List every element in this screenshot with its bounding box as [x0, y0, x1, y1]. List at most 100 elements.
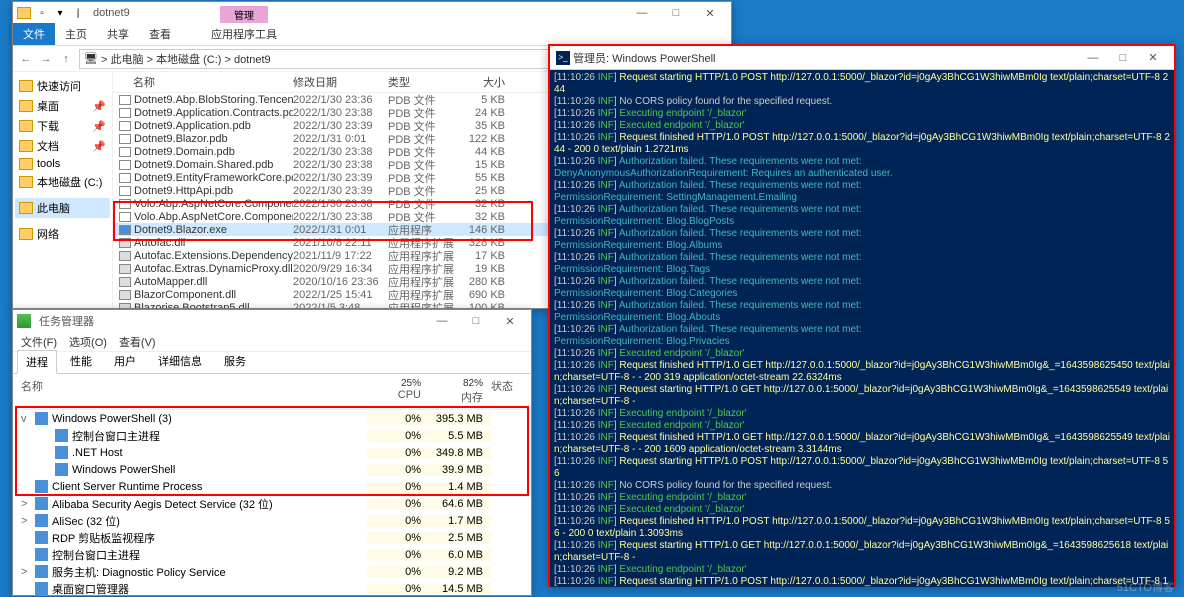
process-row[interactable]: 桌面窗口管理器0%14.5 MB	[13, 580, 531, 597]
ribbon-context-tab[interactable]: 应用程序工具	[201, 23, 287, 45]
expand-icon[interactable]: v	[21, 413, 31, 425]
process-icon	[55, 446, 68, 459]
ribbon-tab[interactable]: 主页	[55, 23, 97, 45]
process-row[interactable]: 控制台窗口主进程0%5.5 MB	[13, 427, 531, 444]
window-title: 任务管理器	[39, 313, 94, 329]
process-row[interactable]: >AliSec (32 位)0%1.7 MB	[13, 512, 531, 529]
process-row[interactable]: Windows PowerShell0%39.9 MB	[13, 461, 531, 478]
ribbon-context-header: 管理	[220, 6, 268, 23]
col-size[interactable]: 大小	[458, 74, 513, 90]
sidebar-item[interactable]: 本地磁盘 (C:)	[15, 172, 110, 192]
tab-services[interactable]: 服务	[215, 349, 255, 373]
folder-icon	[19, 202, 33, 214]
process-icon	[35, 582, 48, 595]
ribbon-file[interactable]: 文件	[13, 23, 55, 45]
file-icon	[119, 186, 131, 196]
file-icon	[119, 121, 131, 131]
expand-icon[interactable]: >	[21, 566, 31, 578]
pin-icon: 📌	[92, 100, 106, 113]
file-icon	[119, 303, 131, 309]
taskmgr-icon	[17, 314, 31, 328]
tab-processes[interactable]: 进程	[17, 350, 57, 374]
taskmgr-titlebar[interactable]: 任务管理器 — □ ✕	[13, 310, 531, 332]
close-button[interactable]: ✕	[1138, 48, 1168, 68]
process-header[interactable]: 名称 25%CPU 82%内存 状态	[13, 374, 531, 410]
folder-icon	[19, 158, 33, 170]
ribbon: 文件 主页 共享 查看 管理 应用程序工具	[13, 24, 731, 46]
sidebar-item[interactable]: tools	[15, 156, 110, 172]
process-row[interactable]: vWindows PowerShell (3)0%395.3 MB	[13, 410, 531, 427]
file-icon	[119, 212, 131, 222]
maximize-button[interactable]: □	[659, 3, 693, 23]
file-icon	[119, 264, 131, 274]
powershell-window: >_ 管理员: Windows PowerShell — □ ✕ [11:10:…	[548, 44, 1176, 587]
file-icon	[119, 147, 131, 157]
tab-performance[interactable]: 性能	[61, 349, 101, 373]
maximize-button[interactable]: □	[1108, 48, 1138, 68]
sidebar-item[interactable]: 文档📌	[15, 136, 110, 156]
col-name[interactable]: 名称	[13, 378, 367, 405]
forward-button[interactable]: →	[37, 50, 55, 68]
up-button[interactable]: ↑	[57, 50, 75, 68]
menu-item[interactable]: 文件(F)	[21, 334, 57, 349]
ribbon-tab[interactable]: 共享	[97, 23, 139, 45]
close-button[interactable]: ✕	[693, 3, 727, 23]
col-type[interactable]: 类型	[388, 74, 458, 90]
tab-bar: 进程 性能 用户 详细信息 服务	[13, 352, 531, 374]
sidebar-item[interactable]: 桌面📌	[15, 96, 110, 116]
file-icon	[119, 225, 131, 235]
process-icon	[35, 531, 48, 544]
menu-item[interactable]: 选项(O)	[69, 334, 107, 349]
pin-icon: 📌	[92, 140, 106, 153]
minimize-button[interactable]: —	[425, 311, 459, 331]
minimize-button[interactable]: —	[1078, 48, 1108, 68]
maximize-button[interactable]: □	[459, 311, 493, 331]
expand-icon[interactable]: >	[21, 515, 31, 527]
explorer-titlebar[interactable]: ▫ ▾ | dotnet9 — □ ✕	[13, 2, 731, 24]
sidebar-item[interactable]: 下载📌	[15, 116, 110, 136]
col-name[interactable]: 名称	[113, 74, 293, 90]
minimize-button[interactable]: —	[625, 3, 659, 23]
file-icon	[119, 290, 131, 300]
process-row[interactable]: Client Server Runtime Process0%1.4 MB	[13, 478, 531, 495]
process-icon	[55, 429, 68, 442]
folder-icon	[19, 228, 33, 240]
col-cpu[interactable]: 25%CPU	[367, 378, 429, 405]
terminal-output[interactable]: [11:10:26 INF] Request starting HTTP/1.0…	[550, 70, 1174, 587]
file-icon	[119, 173, 131, 183]
col-status[interactable]: 状态	[491, 378, 531, 405]
ps-icon: >_	[556, 51, 570, 65]
process-row[interactable]: .NET Host0%349.8 MB	[13, 444, 531, 461]
col-mem[interactable]: 82%内存	[429, 378, 491, 405]
window-title: dotnet9	[93, 7, 130, 19]
ribbon-tab[interactable]: 查看	[139, 23, 181, 45]
expand-icon[interactable]: >	[21, 498, 31, 510]
qat-icon[interactable]: ▫	[35, 6, 49, 20]
file-icon	[119, 277, 131, 287]
process-row[interactable]: >Alibaba Security Aegis Detect Service (…	[13, 495, 531, 512]
file-icon	[119, 134, 131, 144]
close-button[interactable]: ✕	[493, 311, 527, 331]
process-row[interactable]: >服务主机: Diagnostic Policy Service0%9.2 MB	[13, 563, 531, 580]
sidebar-item[interactable]: 此电脑	[15, 198, 110, 218]
file-icon	[119, 160, 131, 170]
file-icon	[119, 199, 131, 209]
sidebar-item[interactable]: 快速访问	[15, 76, 110, 96]
folder-icon	[19, 140, 33, 152]
qat-icon[interactable]: ▾	[53, 6, 67, 20]
process-row[interactable]: 控制台窗口主进程0%6.0 MB	[13, 546, 531, 563]
ps-titlebar[interactable]: >_ 管理员: Windows PowerShell — □ ✕	[550, 46, 1174, 70]
process-icon	[55, 463, 68, 476]
pin-icon: 📌	[92, 120, 106, 133]
folder-icon	[17, 7, 31, 19]
qat-sep: |	[71, 6, 85, 20]
tab-users[interactable]: 用户	[105, 349, 145, 373]
folder-icon	[19, 100, 33, 112]
col-date[interactable]: 修改日期	[293, 74, 388, 90]
menu-item[interactable]: 查看(V)	[119, 334, 156, 349]
process-row[interactable]: RDP 剪贴板监视程序0%2.5 MB	[13, 529, 531, 546]
process-icon	[35, 497, 48, 510]
back-button[interactable]: ←	[17, 50, 35, 68]
tab-details[interactable]: 详细信息	[149, 349, 211, 373]
sidebar-item[interactable]: 网络	[15, 224, 110, 244]
